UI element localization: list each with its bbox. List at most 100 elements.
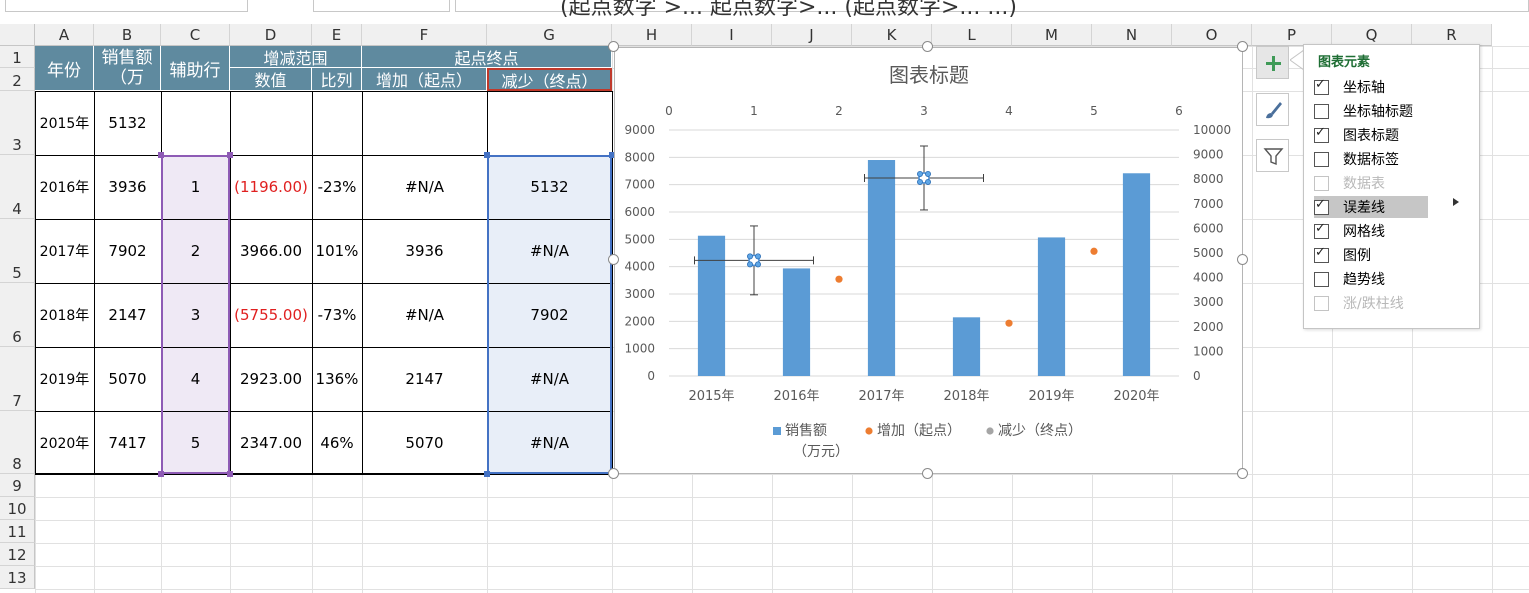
checkbox[interactable] [1314,175,1329,191]
header-helper[interactable]: 辅助行 [161,46,230,91]
row-header-5[interactable]: 5 [0,219,35,283]
chart-styles-button[interactable] [1256,93,1289,126]
column-header-r[interactable]: R [1412,24,1492,46]
cell-value[interactable]: (1196.00) [230,155,312,219]
range-handle[interactable] [484,471,490,477]
cell-year[interactable]: 2019年 [35,347,94,411]
chart-filters-button[interactable] [1256,139,1289,172]
column-header-f[interactable]: F [362,24,487,46]
column-header-q[interactable]: Q [1332,24,1412,46]
row-header-10[interactable]: 10 [0,497,35,520]
column-header-p[interactable]: P [1252,24,1332,46]
column-header-m[interactable]: M [1012,24,1092,46]
cell-year[interactable]: 2015年 [35,91,94,155]
cell-decrease[interactable] [487,91,612,155]
row-header-2[interactable]: 2 [0,68,35,91]
chart-element-option[interactable]: 坐标轴 [1314,76,1428,98]
cell-ratio[interactable]: -23% [312,155,362,219]
cell-increase[interactable]: #N/A [362,155,487,219]
cell-ratio[interactable]: 101% [312,219,362,283]
column-header-c[interactable]: C [161,24,230,46]
select-all-corner[interactable] [0,24,35,46]
checkbox[interactable] [1314,103,1329,119]
resize-handle[interactable] [608,41,619,52]
cell-helper[interactable] [161,91,230,155]
cell-sales[interactable]: 3936 [94,155,161,219]
range-handle[interactable] [227,471,233,477]
checkbox[interactable] [1314,295,1329,311]
checkbox[interactable] [1314,221,1329,239]
resize-handle[interactable] [1237,254,1248,265]
submenu-arrow-icon[interactable] [1452,197,1460,207]
column-header-j[interactable]: J [772,24,852,46]
checkbox[interactable] [1314,245,1329,263]
cell-increase[interactable]: 5070 [362,411,487,474]
row-header-11[interactable]: 11 [0,520,35,543]
range-handle[interactable] [484,152,490,158]
cell-ratio[interactable]: 136% [312,347,362,411]
cell-increase[interactable]: 3936 [362,219,487,283]
header-range[interactable]: 增减范围 [230,46,362,68]
chart-element-option[interactable]: 趋势线 [1314,268,1428,290]
column-header-k[interactable]: K [852,24,932,46]
header-value[interactable]: 数值 [230,68,312,91]
cell-sales[interactable]: 5070 [94,347,161,411]
chart-element-option[interactable]: 图表标题 [1314,124,1428,146]
resize-handle[interactable] [608,254,619,265]
chart-element-option[interactable]: 数据表 [1314,172,1428,194]
column-header-d[interactable]: D [230,24,312,46]
cell-value[interactable]: 2347.00 [230,411,312,474]
cell-value[interactable]: 2923.00 [230,347,312,411]
column-header-b[interactable]: B [94,24,161,46]
cell-year[interactable]: 2020年 [35,411,94,474]
header-sales[interactable]: 销售额（万 [94,46,161,91]
row-header-8[interactable]: 8 [0,411,35,474]
column-header-e[interactable]: E [312,24,362,46]
cell-year[interactable]: 2017年 [35,219,94,283]
checkbox[interactable] [1314,77,1329,95]
chart-element-option[interactable]: 涨/跌柱线 [1314,292,1428,314]
column-header-i[interactable]: I [692,24,772,46]
checkbox[interactable] [1314,151,1329,167]
range-handle[interactable] [158,471,164,477]
cell-increase[interactable]: 2147 [362,347,487,411]
row-header-3[interactable]: 3 [0,91,35,155]
column-header-n[interactable]: N [1092,24,1172,46]
resize-handle[interactable] [922,468,933,479]
cell-increase[interactable]: #N/A [362,283,487,347]
cell-sales[interactable]: 7902 [94,219,161,283]
cell-ratio[interactable] [312,91,362,155]
chart-area[interactable]: 图表标题 0 1000 2000 3000 4000 5000 6000 7000 8000 900… [614,47,1243,474]
cell-value[interactable]: 3966.00 [230,219,312,283]
chart-element-option[interactable]: 网格线 [1314,220,1428,242]
row-header-12[interactable]: 12 [0,543,35,566]
header-increase[interactable]: 增加（起点） [362,68,487,91]
cell-value[interactable]: (5755.00) [230,283,312,347]
cell-ratio[interactable]: 46% [312,411,362,474]
function-box[interactable] [313,0,450,12]
checkbox[interactable] [1314,271,1329,287]
resize-handle[interactable] [922,41,933,52]
row-header-7[interactable]: 7 [0,347,35,411]
range-handle[interactable] [158,152,164,158]
row-header-9[interactable]: 9 [0,474,35,497]
resize-handle[interactable] [608,468,619,479]
column-header-h[interactable]: H [612,24,692,46]
column-header-l[interactable]: L [932,24,1012,46]
row-header-13[interactable]: 13 [0,566,35,589]
header-ratio[interactable]: 比列 [312,68,362,91]
cell-ratio[interactable]: -73% [312,283,362,347]
cell-sales[interactable]: 2147 [94,283,161,347]
column-header-g[interactable]: G [487,24,612,46]
resize-handle[interactable] [1237,41,1248,52]
header-startend[interactable]: 起点终点 [362,46,612,68]
row-header-6[interactable]: 6 [0,283,35,347]
checkbox[interactable] [1314,197,1329,215]
cell-year[interactable]: 2018年 [35,283,94,347]
name-box[interactable] [5,0,248,12]
header-year[interactable]: 年份 [35,46,94,91]
row-header-1[interactable]: 1 [0,46,35,68]
chart-element-option[interactable]: 坐标轴标题 [1314,100,1428,122]
chart-element-option[interactable]: 数据标签 [1314,148,1428,170]
cell-value[interactable] [230,91,312,155]
